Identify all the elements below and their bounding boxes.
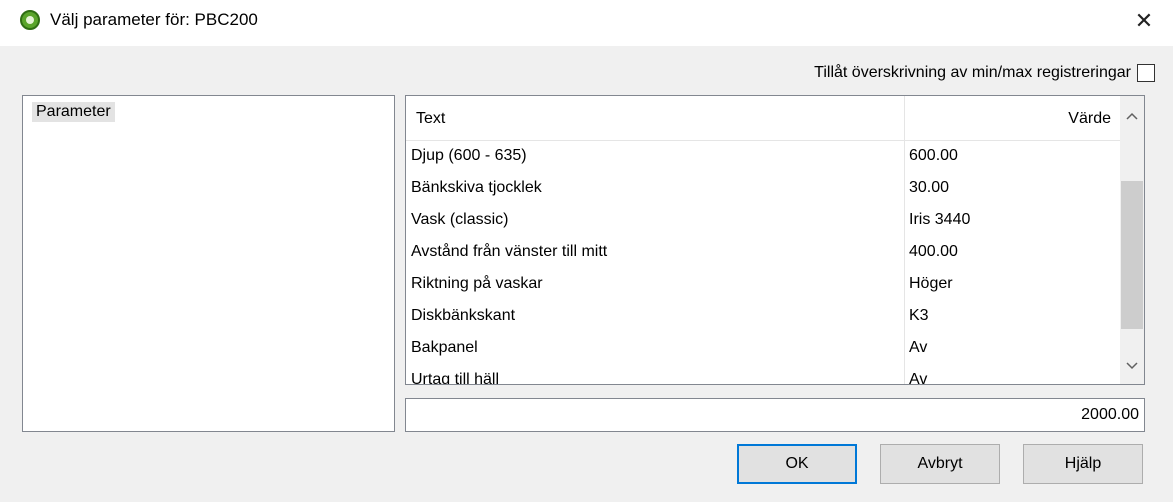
chevron-up-icon (1126, 112, 1138, 120)
scroll-down-button[interactable] (1120, 354, 1144, 378)
table-row[interactable]: Vask (classic) Iris 3440 (406, 205, 1121, 237)
row-text: Djup (600 - 635) (411, 147, 527, 164)
row-value: K3 (909, 307, 929, 324)
cancel-button[interactable]: Avbryt (880, 444, 1000, 484)
help-button[interactable]: Hjälp (1023, 444, 1143, 484)
close-button[interactable]: ✕ (1129, 6, 1159, 36)
row-text: Urtag till häll (411, 371, 500, 385)
row-value: Höger (909, 275, 953, 292)
scroll-up-button[interactable] (1120, 104, 1144, 128)
parameter-list: Parameter (22, 95, 395, 432)
table-row[interactable]: Diskbänkskant K3 (406, 301, 1121, 333)
overwrite-option: Tillåt överskrivning av min/max registre… (814, 64, 1155, 82)
scroll-thumb[interactable] (1121, 181, 1143, 329)
chevron-down-icon (1126, 362, 1138, 370)
table-row[interactable]: Bänkskiva tjocklek 30.00 (406, 173, 1121, 205)
row-text: Bänkskiva tjocklek (411, 179, 542, 196)
table-row[interactable]: Urtag till häll Av (406, 365, 1121, 385)
title-bar: Välj parameter för: PBC200 ✕ (0, 0, 1173, 46)
vertical-scrollbar[interactable] (1120, 96, 1144, 384)
table-row[interactable]: Djup (600 - 635) 600.00 (406, 141, 1121, 173)
row-text: Avstånd från vänster till mitt (411, 243, 608, 260)
row-value: 30.00 (909, 179, 950, 196)
value-input[interactable]: 2000.00 (405, 398, 1145, 432)
column-header-value[interactable]: Värde (1068, 110, 1111, 128)
row-value: 600.00 (909, 147, 958, 164)
row-text: Riktning på vaskar (411, 275, 543, 292)
row-value: Iris 3440 (909, 211, 971, 228)
table-row[interactable]: Avstånd från vänster till mitt 400.00 (406, 237, 1121, 269)
row-text: Bakpanel (411, 339, 478, 356)
table-header: Text Värde (406, 96, 1121, 141)
table-row[interactable]: Riktning på vaskar Höger (406, 269, 1121, 301)
row-text: Vask (classic) (411, 211, 509, 228)
row-text: Diskbänkskant (411, 307, 516, 324)
parameter-table: Text Värde Djup (600 - 635) 600.00 Bänks… (405, 95, 1145, 385)
ok-button[interactable]: OK (737, 444, 857, 484)
table-rows: Djup (600 - 635) 600.00 Bänkskiva tjockl… (406, 141, 1121, 385)
row-value: 400.00 (909, 243, 958, 260)
close-icon: ✕ (1134, 8, 1154, 33)
table-row[interactable]: Bakpanel Av (406, 333, 1121, 365)
overwrite-label: Tillåt överskrivning av min/max registre… (814, 64, 1131, 81)
row-value: Av (909, 339, 928, 356)
value-input-text: 2000.00 (1081, 406, 1139, 423)
app-logo-icon (20, 10, 40, 30)
overwrite-checkbox[interactable] (1137, 64, 1155, 82)
window-title: Välj parameter för: PBC200 (50, 10, 258, 29)
column-header-text[interactable]: Text (416, 110, 445, 128)
parameter-list-item[interactable]: Parameter (32, 102, 115, 122)
row-value: Av (909, 371, 928, 385)
